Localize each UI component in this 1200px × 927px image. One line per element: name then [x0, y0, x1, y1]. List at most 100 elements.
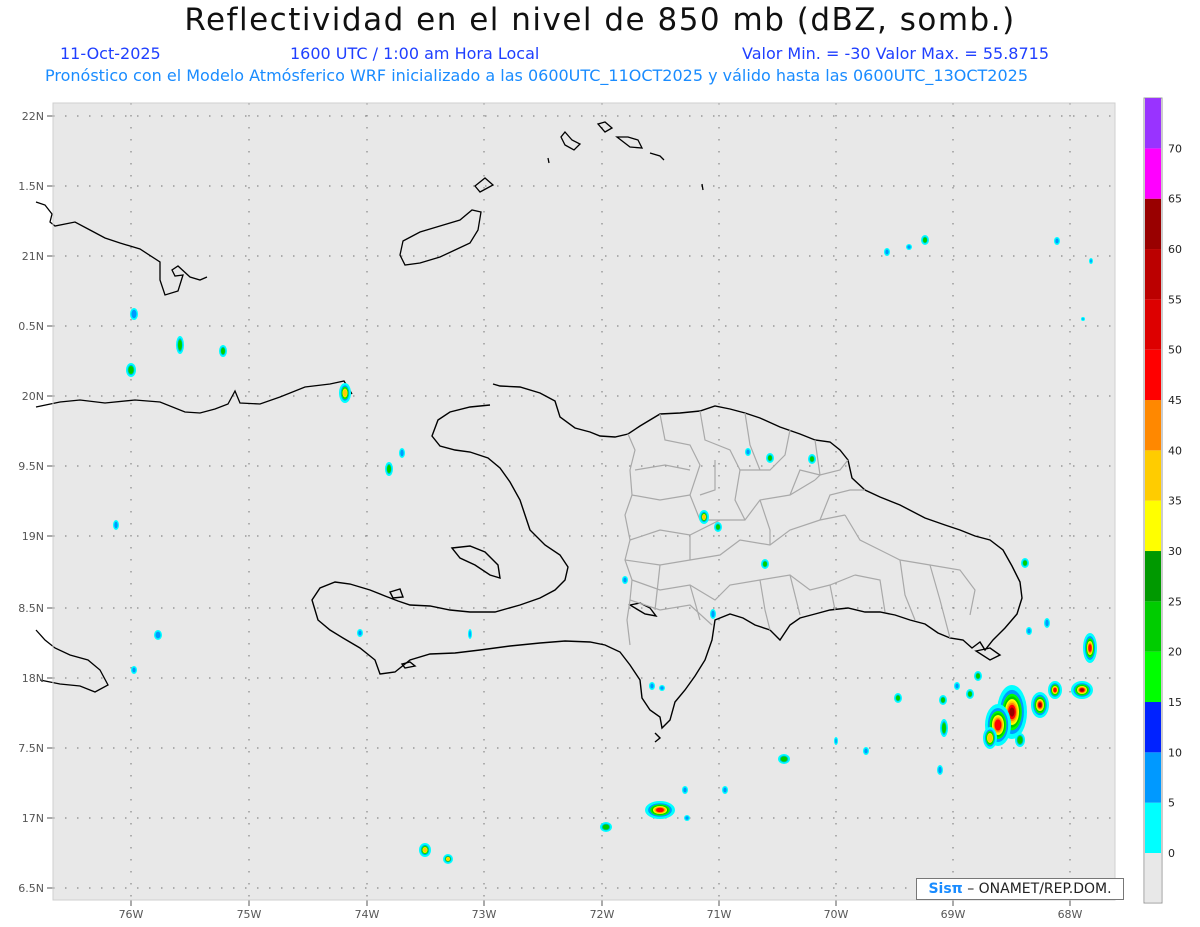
colorbar-label: 5 [1168, 797, 1175, 810]
colorbar-segment [1145, 400, 1161, 451]
reflectivity-cell-ring [1053, 687, 1057, 693]
lat-tick-label: 8.5N [18, 602, 44, 615]
map-background [53, 103, 1115, 900]
lat-tick-label: 9.5N [18, 460, 44, 473]
reflectivity-cell-ring [938, 766, 942, 774]
colorbar-segment [1145, 601, 1161, 652]
reflectivity-cell-ring [342, 389, 348, 397]
reflectivity-cell-ring [387, 465, 391, 473]
lat-tick-label: 6.5N [18, 882, 44, 895]
reflectivity-cell-ring [907, 245, 911, 249]
reflectivity-cell-ring [131, 309, 137, 319]
reflectivity-cell-ring [128, 366, 134, 374]
colorbar-label: 20 [1168, 646, 1182, 659]
reflectivity-cell-ring [1017, 736, 1023, 744]
colorbar-segment [1145, 651, 1161, 703]
reflectivity-cell-ring [885, 249, 889, 255]
credit-box: Sisπ – ONAMET/REP.DOM. [916, 878, 1124, 900]
lon-tick-label: 68W [1058, 908, 1083, 921]
reflectivity-cell-ring [955, 683, 959, 689]
reflectivity-cell-ring [446, 857, 450, 861]
reflectivity-cell-ring [941, 697, 945, 703]
colorbar-segment [1145, 98, 1161, 149]
colorbar-label: 65 [1168, 193, 1182, 206]
reflectivity-cell-ring [683, 787, 687, 793]
reflectivity-cell-ring [1090, 259, 1092, 263]
colorbar-segment [1145, 551, 1161, 602]
colorbar-label: 60 [1168, 243, 1182, 256]
reflectivity-cell-ring [835, 738, 837, 744]
reflectivity-cell-ring [1080, 688, 1084, 692]
reflectivity-cell-ring [1055, 238, 1059, 244]
colorbar-label: 25 [1168, 595, 1182, 608]
reflectivity-cell-ring [968, 691, 972, 697]
colorbar-label: 70 [1168, 142, 1182, 155]
reflectivity-cell-ring [711, 610, 715, 618]
reflectivity-cell-ring [702, 514, 706, 520]
lon-tick-label: 69W [941, 908, 966, 921]
reflectivity-cell-ring [723, 787, 727, 793]
reflectivity-cell-ring [660, 686, 664, 690]
colorbar-segment [1145, 802, 1161, 853]
colorbar-segment [1145, 299, 1161, 350]
reflectivity-cell-ring [746, 449, 750, 455]
colorbar-label: 10 [1168, 746, 1182, 759]
reflectivity-cell-ring [1082, 318, 1084, 320]
reflectivity-cell-ring [896, 695, 900, 701]
reflectivity-cell-ring [1027, 628, 1031, 634]
reflectivity-cell-ring [422, 847, 428, 853]
colorbar-segment [1145, 450, 1161, 501]
reflectivity-cell-ring [994, 719, 1002, 731]
lat-tick-label: 22N [22, 110, 44, 123]
reflectivity-cell-ring [923, 237, 927, 243]
lon-tick-label: 71W [707, 908, 732, 921]
colorbar-label: 0 [1168, 847, 1175, 860]
lon-tick-label: 73W [472, 908, 497, 921]
colorbar-segment [1145, 702, 1161, 753]
reflectivity-cell-ring [400, 449, 404, 457]
colorbar-label: 45 [1168, 394, 1182, 407]
lat-tick-label: 19N [22, 530, 44, 543]
reflectivity-cell-ring [942, 723, 946, 733]
reflectivity-cell-ring [132, 667, 136, 673]
reflectivity-cell-ring [221, 348, 225, 354]
sispi-logo: Sisπ [928, 881, 963, 897]
reflectivity-cell-ring [976, 673, 980, 679]
colorbar-label: 15 [1168, 696, 1182, 709]
lat-tick-label: 21N [22, 250, 44, 263]
reflectivity-cell-ring [685, 816, 689, 820]
colorbar-segment [1145, 198, 1161, 250]
reflectivity-cell-ring [1009, 707, 1015, 717]
colorbar-label: 30 [1168, 545, 1182, 558]
map-figure: 22N 1.5N 21N 0.5N 20N 9.5N 19N 8.5N 18N 7.5N 17N 6.… [18, 97, 1182, 921]
reflectivity-cell-ring [358, 630, 362, 636]
colorbar: 0 5 10 15 20 25 30 35 40 45 50 55 60 65 70 [1143, 97, 1182, 904]
lat-tick-label: 0.5N [18, 320, 44, 333]
lon-tick-label: 75W [237, 908, 262, 921]
lon-tick-label: 76W [119, 908, 144, 921]
reflectivity-cell-ring [1023, 560, 1027, 566]
colorbar-segment [1145, 148, 1161, 199]
colorbar-label: 40 [1168, 444, 1182, 457]
reflectivity-cell-ring [656, 807, 664, 813]
reflectivity-cell-ring [650, 683, 654, 689]
reflectivity-cell-ring [768, 455, 772, 461]
reflectivity-cell-ring [810, 456, 814, 462]
reflectivity-cell-ring [178, 340, 182, 350]
reflectivity-cell-ring [623, 577, 627, 583]
colorbar-below-range [1145, 853, 1161, 902]
reflectivity-cell-ring [781, 756, 787, 762]
reflectivity-cell-ring [987, 733, 993, 743]
lat-tick-label: 20N [22, 390, 44, 403]
lon-tick-label: 74W [355, 908, 380, 921]
reflectivity-cell-ring [603, 824, 609, 830]
colorbar-segment [1145, 249, 1161, 300]
lon-tick-label: 70W [824, 908, 849, 921]
reflectivity-cell-ring [114, 521, 118, 529]
colorbar-label: 55 [1168, 293, 1182, 306]
colorbar-segment [1145, 752, 1161, 803]
reflectivity-cell-ring [155, 631, 161, 639]
reflectivity-cell-ring [1045, 619, 1049, 627]
lat-tick-label: 1.5N [18, 180, 44, 193]
reflectivity-cell-ring [1088, 644, 1092, 652]
